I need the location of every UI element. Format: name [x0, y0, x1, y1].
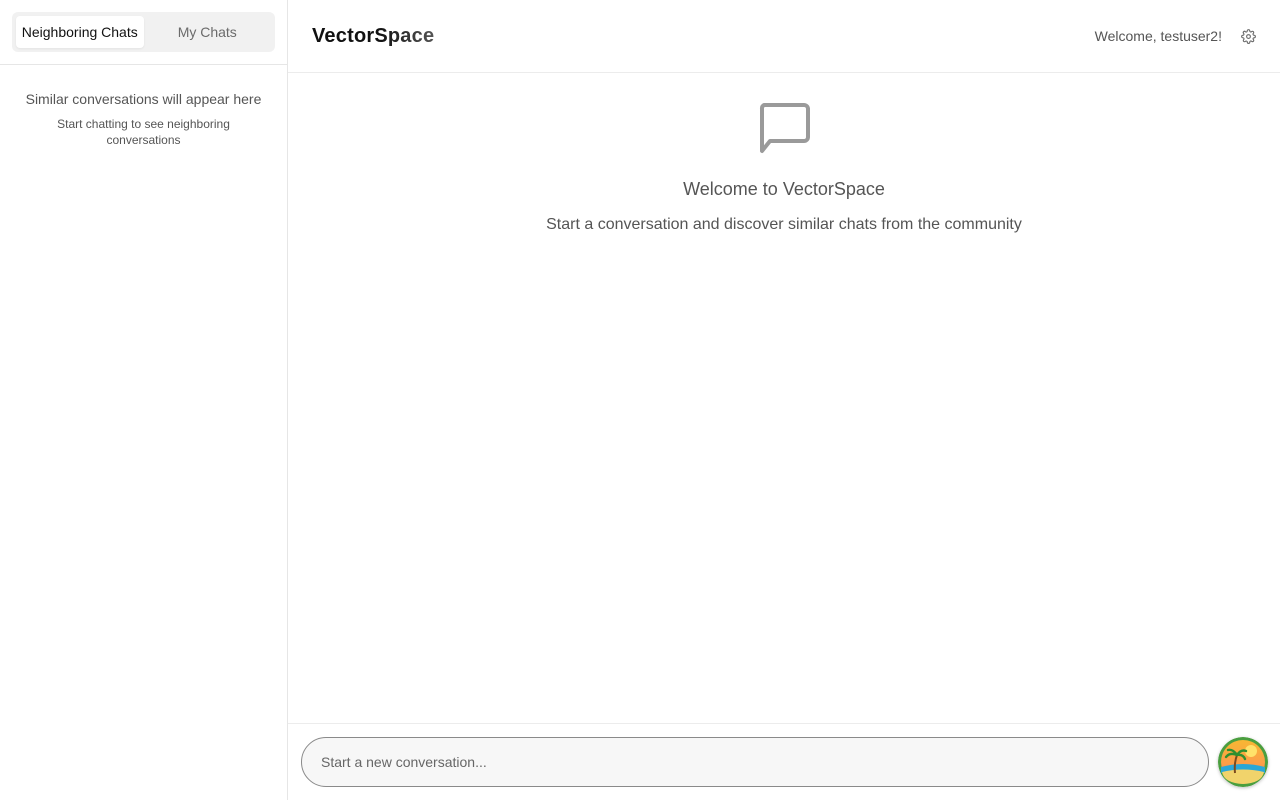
welcome-subtitle: Start a conversation and discover simila… — [546, 216, 1022, 233]
sidebar-empty-title: Similar conversations will appear here — [25, 91, 262, 107]
settings-button[interactable] — [1240, 28, 1256, 44]
chat-bubble-icon — [759, 103, 810, 153]
app-root: Neighboring Chats My Chats Similar conve… — [0, 0, 1280, 800]
sidebar-empty-subtitle: Start chatting to see neighboring conver… — [57, 117, 230, 147]
sidebar-tabs-container: Neighboring Chats My Chats — [0, 0, 287, 65]
welcome-title: Welcome to VectorSpace — [683, 179, 885, 199]
new-conversation-input[interactable] — [301, 737, 1209, 787]
brand-logo: VectorSpace — [312, 24, 435, 47]
beach-sunset-icon — [1218, 737, 1268, 787]
send-button[interactable] — [1218, 737, 1268, 787]
welcome-area: Welcome to VectorSpace Start a conversat… — [288, 73, 1280, 723]
header-right: Welcome, testuser2! — [1095, 28, 1256, 44]
composer — [288, 723, 1280, 800]
gear-icon — [1240, 28, 1256, 44]
header: VectorSpace Welcome, testuser2! — [288, 0, 1280, 73]
sidebar: Neighboring Chats My Chats Similar conve… — [0, 0, 288, 800]
tab-my-chats[interactable]: My Chats — [144, 16, 272, 48]
sidebar-empty-state: Similar conversations will appear here S… — [0, 65, 287, 148]
main-panel: VectorSpace Welcome, testuser2! Welcome … — [288, 0, 1280, 800]
sidebar-tab-group: Neighboring Chats My Chats — [12, 12, 275, 52]
tab-neighboring-chats[interactable]: Neighboring Chats — [16, 16, 144, 48]
welcome-user-text: Welcome, testuser2! — [1094, 28, 1222, 44]
